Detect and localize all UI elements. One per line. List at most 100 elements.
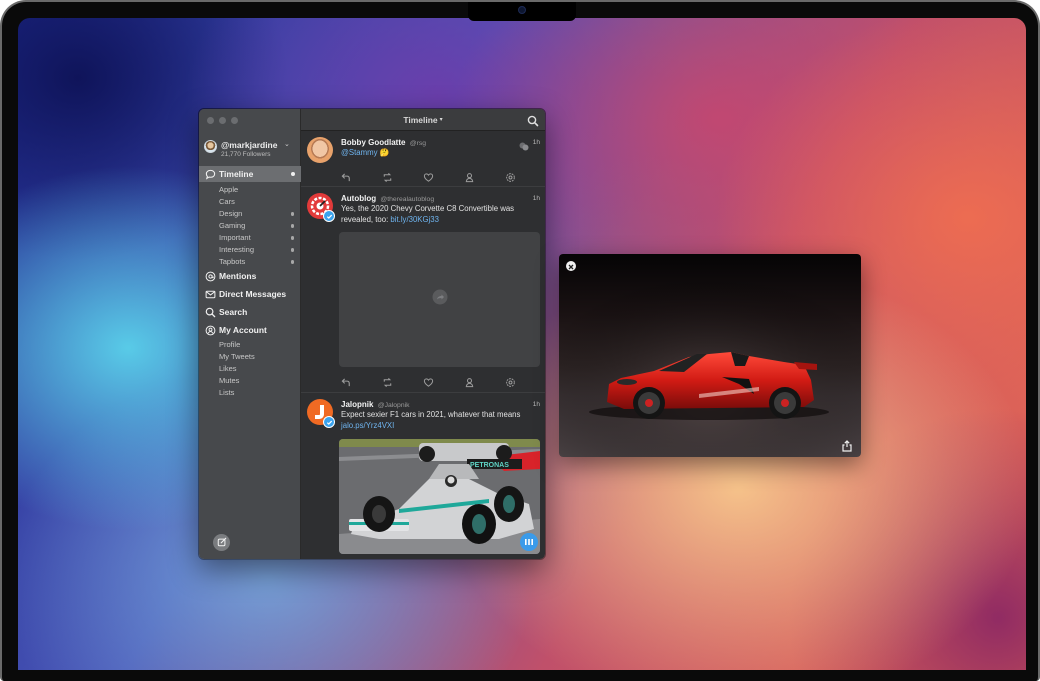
sidebar-item-direct-messages[interactable]: Direct Messages	[199, 286, 301, 302]
settings-icon[interactable]	[505, 170, 516, 182]
account-handle: @markjardine	[221, 140, 278, 150]
tweet-time: 1h	[532, 139, 540, 146]
thinking-emoji: 🤔	[379, 148, 390, 157]
settings-icon[interactable]	[505, 375, 516, 387]
tweet-time: 1h	[532, 401, 540, 408]
like-icon[interactable]	[423, 375, 434, 387]
zoom-window-button[interactable]	[231, 117, 238, 124]
compose-button[interactable]	[213, 534, 230, 551]
tweet-time: 1h	[532, 195, 540, 202]
f1-race-car-photo[interactable]: PETRONAS	[339, 439, 540, 554]
reply-icon[interactable]	[341, 170, 352, 182]
sidebar: @markjardine ⌄ 21,770 Followers Timeline…	[199, 109, 301, 559]
close-window-button[interactable]	[207, 117, 214, 124]
unread-dot	[290, 260, 294, 264]
share-button[interactable]	[841, 439, 853, 452]
link-preview-placeholder[interactable]	[339, 232, 540, 367]
profile-icon[interactable]	[464, 170, 475, 183]
gallery-icon	[524, 533, 534, 551]
sidebar-item-my-account[interactable]: My Account	[199, 322, 301, 338]
sidebar-item-label: Timeline	[219, 169, 254, 179]
close-icon	[568, 257, 574, 275]
image-viewer-window	[559, 254, 861, 457]
author-name[interactable]: Jalopnik	[341, 400, 373, 409]
list-label: Gaming	[219, 221, 246, 230]
f1-photo-illustration: PETRONAS	[339, 439, 540, 554]
unread-dot	[290, 248, 294, 252]
avatar	[204, 140, 217, 153]
link-label: Likes	[219, 364, 237, 373]
share-arrow-icon	[432, 289, 448, 310]
verified-badge-icon	[323, 210, 335, 222]
sidebar-item-mentions[interactable]: Mentions	[199, 268, 301, 284]
sidebar-item-label: Direct Messages	[219, 289, 287, 299]
gallery-button[interactable]	[520, 533, 538, 551]
at-sign-icon	[204, 270, 216, 282]
author-name[interactable]: Bobby Goodlatte	[341, 138, 405, 147]
chevron-down-icon[interactable]: ▾	[440, 116, 443, 123]
laptop-bezel: @markjardine ⌄ 21,770 Followers Timeline…	[0, 0, 1040, 681]
author-name[interactable]: Autoblog	[341, 194, 376, 203]
chevron-down-icon: ⌄	[284, 141, 290, 148]
verified-badge-icon	[323, 416, 335, 428]
red-corvette-convertible-photo	[559, 254, 861, 457]
mention-link[interactable]: @Stammy	[341, 148, 378, 157]
tweet-link[interactable]: bit.ly/30KGj33	[390, 215, 439, 224]
sidebar-item-label: My Account	[219, 325, 267, 335]
account-link-my-tweets[interactable]: My Tweets	[219, 351, 299, 363]
tweet-header: Bobby Goodlatte @rsg	[341, 138, 426, 147]
envelope-icon	[204, 288, 216, 300]
list-item-design[interactable]: Design	[219, 208, 299, 220]
camera-icon	[518, 6, 526, 14]
follower-count: 21,770 Followers	[221, 151, 271, 158]
list-item-important[interactable]: Important	[219, 232, 299, 244]
link-label: Lists	[219, 388, 235, 397]
tweet-body-text: Expect sexier F1 cars in 2021, whatever …	[341, 410, 521, 419]
tweet-link[interactable]: jalo.ps/Yrz4VXI	[341, 421, 394, 430]
account-switcher[interactable]: @markjardine ⌄ 21,770 Followers	[204, 140, 299, 162]
list-item-tapbots[interactable]: Tapbots	[219, 256, 299, 268]
profile-icon[interactable]	[464, 375, 475, 388]
reply-icon[interactable]	[341, 375, 352, 387]
retweet-icon[interactable]	[382, 375, 393, 388]
search-icon[interactable]	[527, 114, 539, 127]
list-item-interesting[interactable]: Interesting	[219, 244, 299, 256]
tweet-actions	[341, 375, 516, 388]
unread-dot	[290, 224, 294, 228]
account-link-mutes[interactable]: Mutes	[219, 375, 299, 387]
close-button[interactable]	[566, 261, 576, 271]
sidebar-item-search[interactable]: Search	[199, 304, 301, 320]
timeline-header: Timeline ▾	[301, 109, 545, 131]
minimize-window-button[interactable]	[219, 117, 226, 124]
tweet-text: Expect sexier F1 cars in 2021, whatever …	[341, 410, 541, 431]
window-controls	[207, 117, 238, 124]
list-label: Cars	[219, 197, 235, 206]
link-label: Mutes	[219, 376, 240, 385]
list-label: Tapbots	[219, 257, 246, 266]
sponsor-text: PETRONAS	[470, 462, 509, 469]
list-item-gaming[interactable]: Gaming	[219, 220, 299, 232]
timeline-title-dropdown[interactable]: Timeline	[403, 115, 437, 125]
tweet-item[interactable]: Autoblog @therealautoblog 1h Yes, the 20…	[301, 187, 545, 393]
list-item-apple[interactable]: Apple	[219, 184, 299, 196]
account-icon	[204, 324, 216, 336]
avatar[interactable]	[307, 137, 333, 163]
account-link-likes[interactable]: Likes	[219, 363, 299, 375]
author-handle: @therealautoblog	[380, 196, 435, 203]
tweet-item[interactable]: Bobby Goodlatte @rsg 1h @Stammy 🤔	[301, 131, 545, 187]
list-label: Important	[219, 233, 251, 242]
sidebar-item-timeline[interactable]: Timeline	[199, 166, 301, 182]
unread-dot	[291, 172, 295, 176]
tweet-header: Autoblog @therealautoblog	[341, 194, 434, 203]
unread-dot	[290, 236, 294, 240]
list-item-cars[interactable]: Cars	[219, 196, 299, 208]
retweet-icon[interactable]	[382, 170, 393, 183]
account-link-lists[interactable]: Lists	[219, 387, 299, 399]
list-label: Apple	[219, 185, 239, 194]
list-label: Design	[219, 209, 243, 218]
tweet-item[interactable]: Jalopnik @Jalopnik 1h Expect sexier F1 c…	[301, 393, 545, 559]
sidebar-item-label: Search	[219, 307, 248, 317]
account-link-profile[interactable]: Profile	[219, 339, 299, 351]
sidebar-item-label: Mentions	[219, 271, 257, 281]
like-icon[interactable]	[423, 170, 434, 182]
